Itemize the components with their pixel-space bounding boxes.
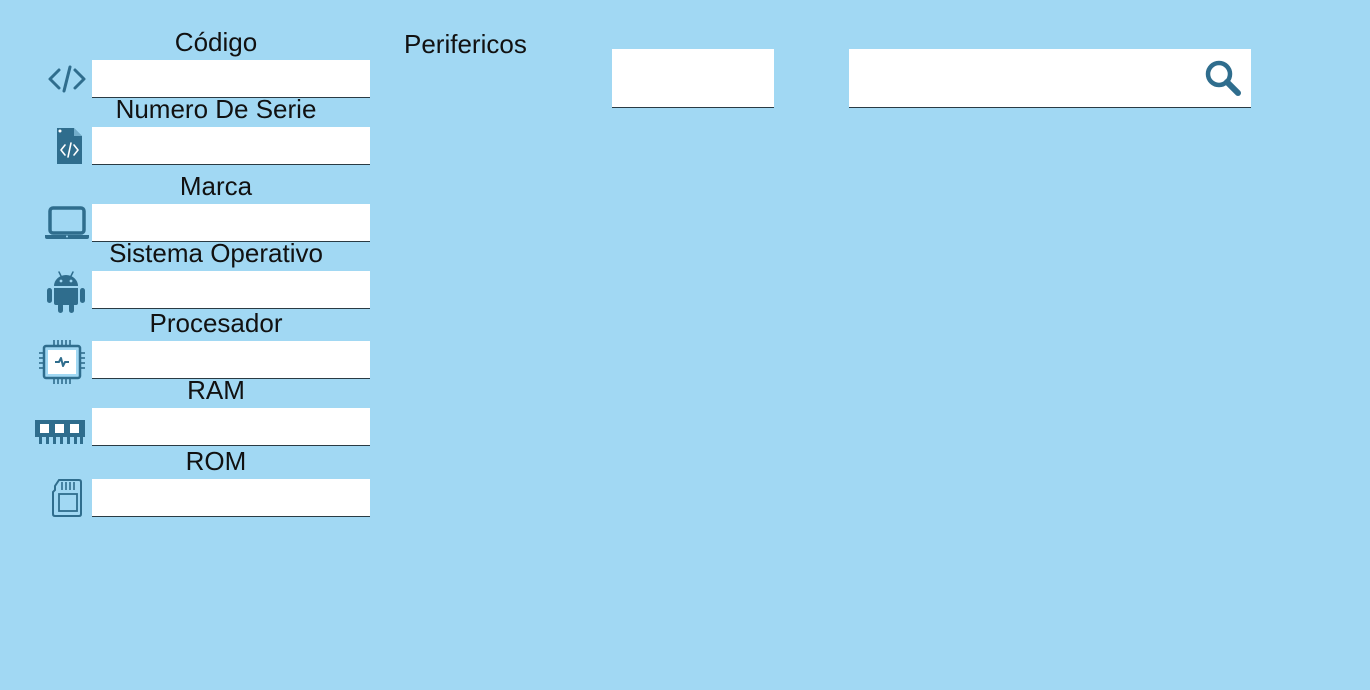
sd-card-icon <box>50 478 84 518</box>
numero-de-serie-input[interactable] <box>92 127 370 165</box>
perifericos-input[interactable] <box>612 49 774 108</box>
marca-input[interactable] <box>92 204 370 242</box>
code-icon <box>47 64 87 94</box>
ram-input[interactable] <box>92 408 370 446</box>
cpu-chip-icon <box>38 339 86 385</box>
marca-label: Marca <box>179 171 253 201</box>
sistema-operativo-label: Sistema Operativo <box>109 238 323 268</box>
procesador-input[interactable] <box>92 341 370 379</box>
procesador-label: Procesador <box>149 308 283 338</box>
code-file-icon <box>54 126 84 166</box>
codigo-input[interactable] <box>92 60 370 98</box>
search-icon[interactable] <box>1203 58 1245 100</box>
search-input[interactable] <box>849 49 1251 108</box>
laptop-icon <box>44 205 90 241</box>
android-icon <box>46 270 86 314</box>
rom-label: ROM <box>185 446 247 476</box>
perifericos-label: Perifericos <box>404 29 527 59</box>
codigo-label: Código <box>174 27 258 57</box>
ram-label: RAM <box>187 375 245 405</box>
sistema-operativo-input[interactable] <box>92 271 370 309</box>
rom-input[interactable] <box>92 479 370 517</box>
ram-memory-icon <box>34 418 86 446</box>
numero-de-serie-label: Numero De Serie <box>115 94 317 124</box>
